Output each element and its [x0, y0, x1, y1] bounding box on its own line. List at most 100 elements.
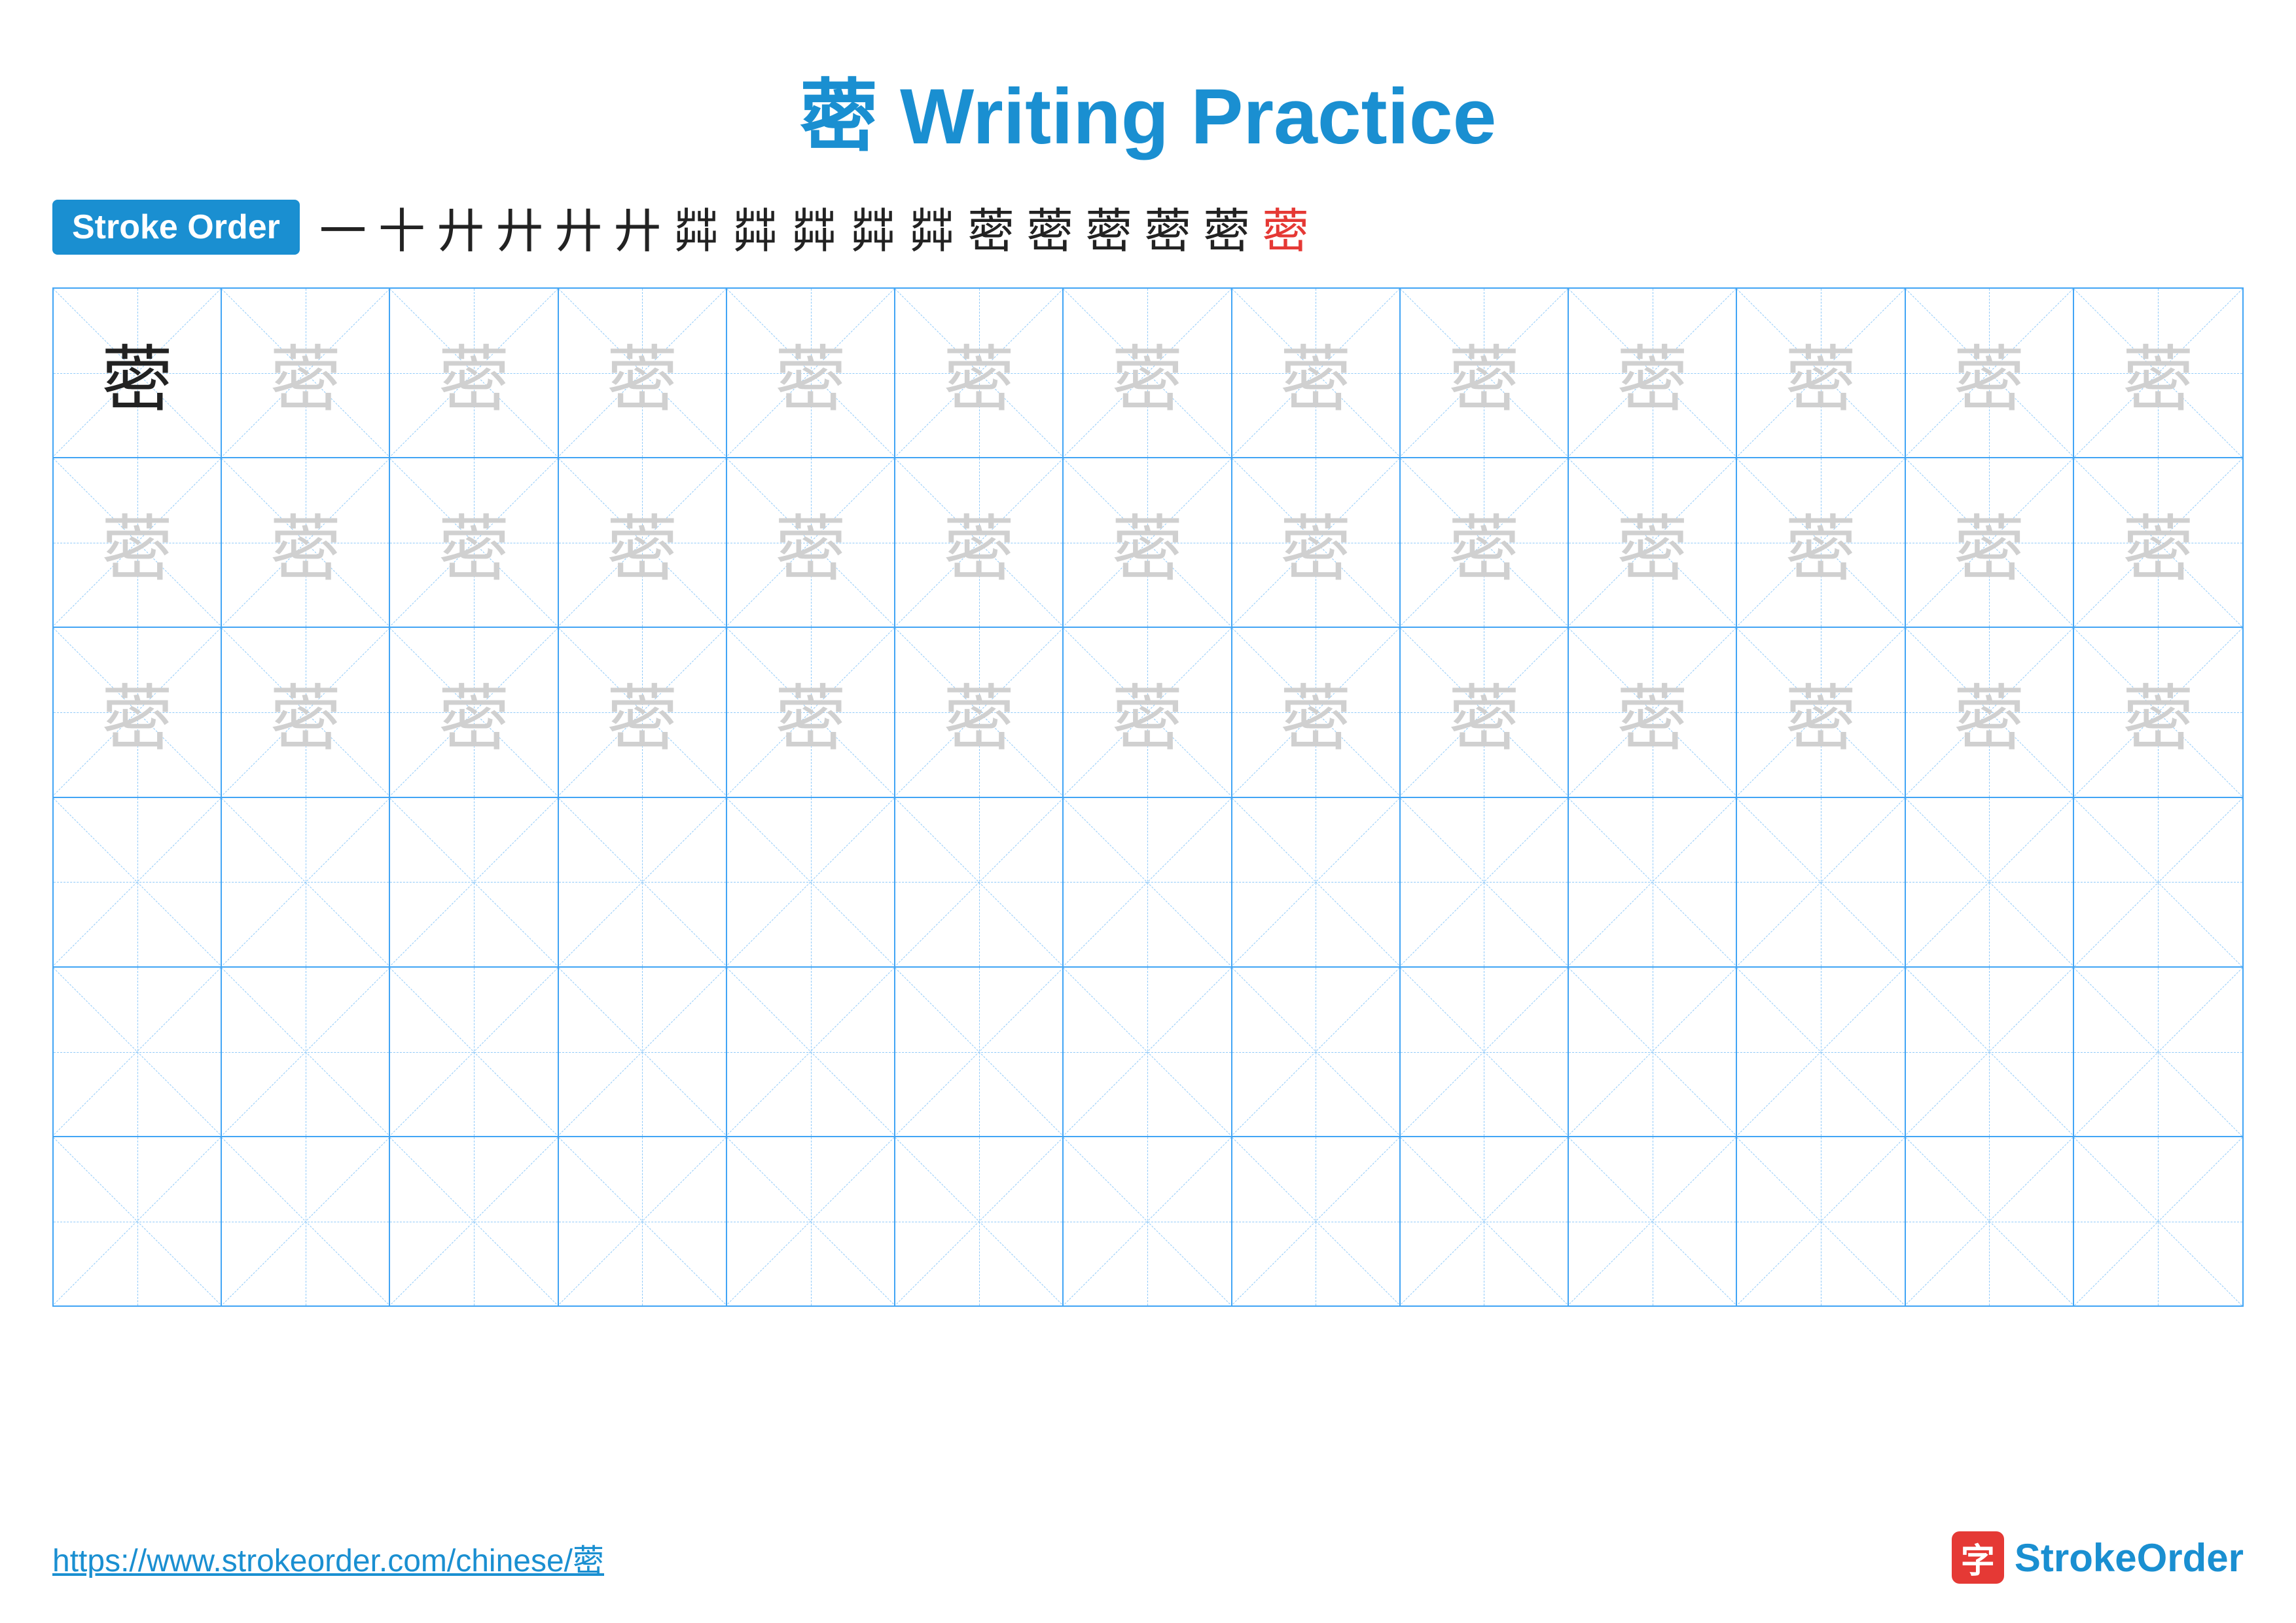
- table-row[interactable]: [895, 798, 1064, 966]
- practice-row-4: [54, 798, 2242, 968]
- table-row[interactable]: [727, 968, 895, 1136]
- table-row[interactable]: 蔤: [390, 289, 558, 457]
- footer-logo: 字 StrokeOrder: [1952, 1531, 2244, 1584]
- table-row[interactable]: 蔤: [2074, 458, 2242, 627]
- table-row[interactable]: 蔤: [1737, 628, 1905, 796]
- table-row[interactable]: [222, 798, 390, 966]
- table-row[interactable]: [54, 1137, 222, 1305]
- page-title: 蔤 Writing Practice: [0, 0, 2296, 192]
- table-row[interactable]: [54, 798, 222, 966]
- logo-text: StrokeOrder: [2015, 1535, 2244, 1580]
- table-row[interactable]: 蔤: [54, 628, 222, 796]
- table-row[interactable]: [1401, 798, 1569, 966]
- table-row[interactable]: 蔤: [1064, 628, 1232, 796]
- table-row[interactable]: 蔤: [559, 628, 727, 796]
- stroke-14: 蔤: [1085, 192, 1132, 261]
- table-row[interactable]: [1064, 968, 1232, 1136]
- table-row[interactable]: 蔤: [1906, 289, 2074, 457]
- table-row[interactable]: 蔤: [1569, 289, 1737, 457]
- table-row[interactable]: 蔤: [2074, 628, 2242, 796]
- stroke-order-badge: Stroke Order: [52, 200, 300, 255]
- table-row[interactable]: 蔤: [222, 289, 390, 457]
- table-row[interactable]: 蔤: [390, 628, 558, 796]
- table-row[interactable]: 蔤: [222, 458, 390, 627]
- table-row[interactable]: [1569, 1137, 1737, 1305]
- stroke-17: 蔤: [1262, 192, 1309, 261]
- practice-row-5: [54, 968, 2242, 1137]
- table-row[interactable]: 蔤: [727, 289, 895, 457]
- table-row[interactable]: [222, 968, 390, 1136]
- stroke-4: 廾: [496, 192, 543, 261]
- table-row[interactable]: [895, 1137, 1064, 1305]
- table-row[interactable]: 蔤: [1401, 458, 1569, 627]
- table-row[interactable]: 蔤: [1737, 289, 1905, 457]
- table-row[interactable]: 蔤: [1064, 289, 1232, 457]
- table-row[interactable]: [1737, 798, 1905, 966]
- practice-row-3: 蔤 蔤 蔤 蔤 蔤 蔤 蔤 蔤 蔤 蔤 蔤 蔤 蔤: [54, 628, 2242, 797]
- table-row[interactable]: 蔤: [727, 628, 895, 796]
- table-row[interactable]: [390, 798, 558, 966]
- table-row[interactable]: [1232, 1137, 1401, 1305]
- table-row[interactable]: 蔤: [727, 458, 895, 627]
- table-row[interactable]: [390, 968, 558, 1136]
- table-row[interactable]: 蔤: [222, 628, 390, 796]
- table-row[interactable]: [1906, 1137, 2074, 1305]
- table-row[interactable]: [727, 1137, 895, 1305]
- stroke-7: 茻: [673, 192, 720, 261]
- table-row[interactable]: [727, 798, 895, 966]
- table-row[interactable]: [390, 1137, 558, 1305]
- table-row[interactable]: 蔤: [1232, 628, 1401, 796]
- main-char: 蔤: [800, 73, 878, 160]
- table-row[interactable]: 蔤: [1737, 458, 1905, 627]
- table-row[interactable]: [54, 968, 222, 1136]
- table-row[interactable]: [1737, 968, 1905, 1136]
- table-row[interactable]: 蔤: [895, 628, 1064, 796]
- logo-char: 字: [1961, 1533, 1995, 1582]
- table-row[interactable]: [1906, 968, 2074, 1136]
- table-row[interactable]: 蔤: [54, 458, 222, 627]
- title-text: Writing Practice: [878, 73, 1497, 160]
- table-row[interactable]: [2074, 968, 2242, 1136]
- stroke-16: 蔤: [1203, 192, 1250, 261]
- table-row[interactable]: [1906, 798, 2074, 966]
- table-row[interactable]: 蔤: [895, 458, 1064, 627]
- table-row[interactable]: [1064, 1137, 1232, 1305]
- table-row[interactable]: [1064, 798, 1232, 966]
- table-row[interactable]: [559, 798, 727, 966]
- table-row[interactable]: [222, 1137, 390, 1305]
- table-row[interactable]: [1737, 1137, 1905, 1305]
- table-row[interactable]: 蔤: [1569, 458, 1737, 627]
- practice-row-6: [54, 1137, 2242, 1305]
- table-row[interactable]: 蔤: [1906, 458, 2074, 627]
- logo-icon: 字: [1952, 1531, 2004, 1584]
- table-row[interactable]: 蔤: [895, 289, 1064, 457]
- table-row[interactable]: [1232, 798, 1401, 966]
- table-row[interactable]: 蔤: [559, 458, 727, 627]
- table-row[interactable]: [559, 1137, 727, 1305]
- stroke-5: 廾: [555, 192, 602, 261]
- table-row[interactable]: 蔤: [1401, 628, 1569, 796]
- table-row[interactable]: [2074, 798, 2242, 966]
- table-row[interactable]: 蔤: [1906, 628, 2074, 796]
- table-row[interactable]: 蔤: [1064, 458, 1232, 627]
- table-row[interactable]: 蔤: [1401, 289, 1569, 457]
- table-row[interactable]: [2074, 1137, 2242, 1305]
- table-row[interactable]: 蔤: [559, 289, 727, 457]
- table-row[interactable]: 蔤: [1569, 628, 1737, 796]
- table-row[interactable]: 蔤: [2074, 289, 2242, 457]
- stroke-2: 十: [378, 192, 425, 261]
- table-row[interactable]: [1401, 968, 1569, 1136]
- table-row[interactable]: [1232, 968, 1401, 1136]
- table-row[interactable]: 蔤: [390, 458, 558, 627]
- footer: https://www.strokeorder.com/chinese/蔤 字 …: [0, 1531, 2296, 1584]
- table-row[interactable]: 蔤: [54, 289, 222, 457]
- stroke-6: 廾: [614, 192, 661, 261]
- table-row[interactable]: [1569, 968, 1737, 1136]
- table-row[interactable]: [559, 968, 727, 1136]
- table-row[interactable]: [1401, 1137, 1569, 1305]
- table-row[interactable]: 蔤: [1232, 289, 1401, 457]
- footer-url[interactable]: https://www.strokeorder.com/chinese/蔤: [52, 1535, 604, 1580]
- table-row[interactable]: 蔤: [1232, 458, 1401, 627]
- table-row[interactable]: [1569, 798, 1737, 966]
- table-row[interactable]: [895, 968, 1064, 1136]
